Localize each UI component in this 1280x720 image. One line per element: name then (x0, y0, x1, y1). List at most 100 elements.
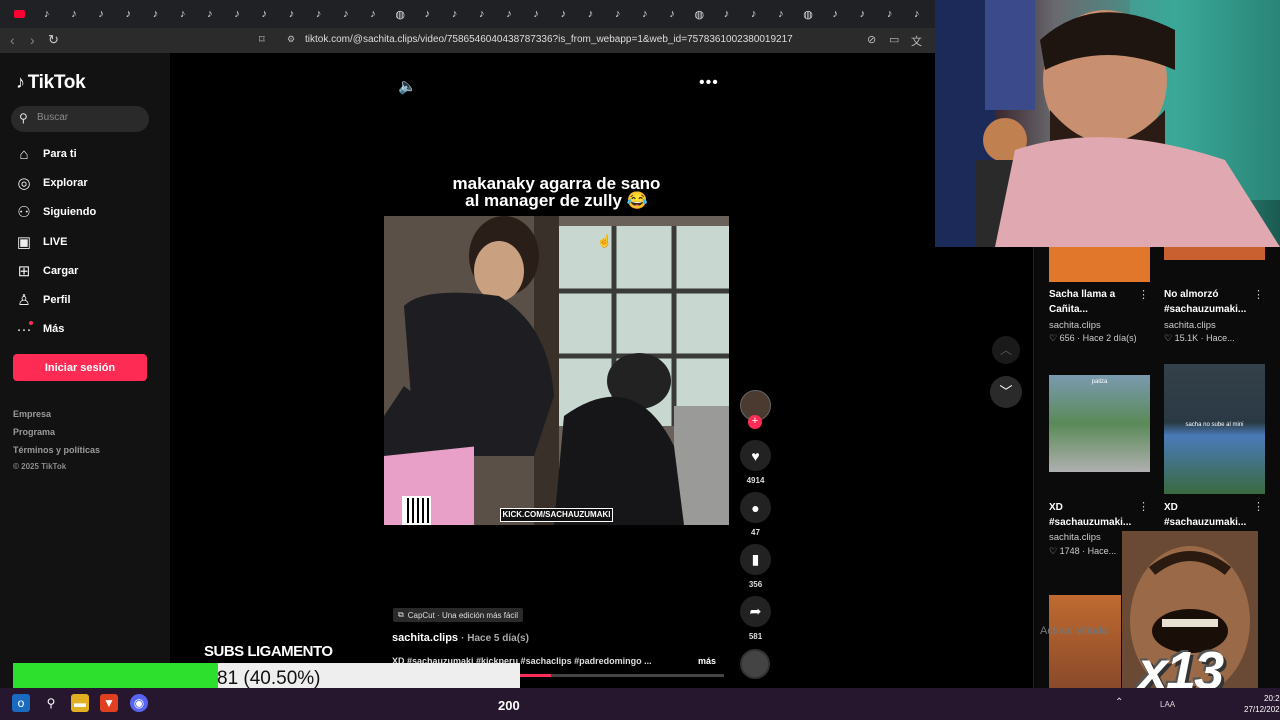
related-title-2[interactable]: No almorzó #sachauzumaki... (1164, 287, 1246, 317)
browser-tab[interactable]: ◍ (794, 0, 821, 28)
related-author-3[interactable]: sachita.clips (1049, 532, 1101, 543)
sidebar-item-explorar[interactable]: ◎ Explorar (15, 171, 87, 195)
browser-tab[interactable]: ♪ (495, 0, 522, 28)
taskbar-clock[interactable]: 20:20 27/12/2025 (1244, 693, 1280, 715)
footer-link-terminos[interactable]: Términos y políticas (13, 445, 100, 455)
related-thumb-4[interactable]: sacha no sube al mini (1164, 364, 1265, 494)
related-thumb-2[interactable] (1164, 247, 1265, 260)
related-menu-icon-1[interactable]: ⋮ (1138, 288, 1149, 301)
footer-link-empresa[interactable]: Empresa (13, 409, 51, 419)
browser-tab[interactable]: ♪ (577, 0, 604, 28)
save-button[interactable]: ▮ (740, 544, 771, 575)
file-explorer-icon[interactable]: ▬ (71, 694, 89, 712)
browser-tab[interactable]: ♪ (903, 0, 930, 28)
sidebar-item-live[interactable]: ▣ LIVE (15, 230, 68, 254)
browser-tab[interactable]: ◍ (387, 0, 414, 28)
related-thumb-3[interactable]: paliza (1049, 375, 1150, 472)
more-description-link[interactable]: más (698, 656, 716, 666)
site-info-icon[interactable]: ⚙ (287, 34, 295, 45)
forward-icon[interactable]: › (30, 32, 35, 48)
browser-tab[interactable]: ♪ (659, 0, 686, 28)
tray-expand-icon[interactable]: ⌃ (1115, 697, 1123, 708)
search-input[interactable] (37, 112, 137, 123)
capcut-badge[interactable]: ⧉ CapCut · Una edición más fácil (393, 608, 523, 622)
back-icon[interactable]: ‹ (10, 32, 15, 48)
browser-tab[interactable]: ♪ (332, 0, 359, 28)
browser-tab[interactable]: ♪ (414, 0, 441, 28)
outlook-icon[interactable]: o (12, 694, 30, 712)
brave-browser-icon[interactable]: ▼ (100, 694, 118, 712)
taskbar-search-icon[interactable]: ⚲ (42, 694, 60, 712)
music-disc[interactable] (740, 649, 770, 679)
input-language[interactable]: LAA (1160, 700, 1175, 709)
browser-tab[interactable]: ♪ (251, 0, 278, 28)
reader-mode-icon[interactable]: ▭ (889, 33, 899, 46)
related-thumb-1[interactable] (1049, 247, 1150, 282)
login-button[interactable]: Iniciar sesión (13, 354, 147, 381)
volume-icon[interactable]: 🔈 (398, 77, 417, 95)
video-more-options-icon[interactable]: ••• (699, 74, 719, 92)
previous-video-button[interactable]: ︿ (992, 336, 1020, 364)
browser-tab[interactable]: ♪ (224, 0, 251, 28)
footer-link-programa[interactable]: Programa (13, 427, 55, 437)
related-menu-icon-2[interactable]: ⋮ (1253, 288, 1264, 301)
tiktok-tab-icon: ♪ (832, 8, 838, 20)
browser-tab[interactable]: ♪ (278, 0, 305, 28)
browser-tab[interactable]: ♪ (359, 0, 386, 28)
no-tracking-icon[interactable]: ⊘ (867, 33, 876, 46)
sidebar-item-cargar[interactable]: ⊞ Cargar (15, 259, 79, 283)
related-author-1[interactable]: sachita.clips (1049, 320, 1101, 331)
browser-tab[interactable]: ♪ (142, 0, 169, 28)
like-button[interactable]: ♥ (740, 440, 771, 471)
browser-tab[interactable]: ♪ (60, 0, 87, 28)
related-title-1[interactable]: Sacha llama a Cañita... (1049, 287, 1115, 317)
bookmark-icon[interactable]: ⌑ (259, 33, 265, 46)
comment-button[interactable]: ● (740, 492, 771, 523)
share-button[interactable]: ➦ (740, 596, 771, 627)
related-menu-icon-3[interactable]: ⋮ (1138, 500, 1149, 513)
video-player[interactable] (384, 216, 729, 525)
related-title-3[interactable]: XD #sachauzumaki... (1049, 500, 1131, 530)
browser-tab[interactable]: ♪ (441, 0, 468, 28)
browser-tab[interactable]: ♪ (876, 0, 903, 28)
browser-tab[interactable]: ♪ (33, 0, 60, 28)
compass-icon: ◎ (17, 175, 31, 192)
browser-tab[interactable]: ♪ (822, 0, 849, 28)
url-text[interactable]: tiktok.com/@sachita.clips/video/75865460… (305, 34, 793, 45)
browser-tab[interactable]: ♪ (169, 0, 196, 28)
browser-tab[interactable]: ♪ (604, 0, 631, 28)
browser-tab[interactable]: ♪ (550, 0, 577, 28)
browser-tab[interactable]: ♪ (849, 0, 876, 28)
related-title-4[interactable]: XD #sachauzumaki... (1164, 500, 1246, 530)
reload-icon[interactable]: ↻ (48, 32, 59, 48)
related-thumb-5[interactable] (1049, 595, 1121, 688)
browser-tab[interactable]: ♪ (196, 0, 223, 28)
tiktok-tab-icon: ♪ (614, 8, 621, 20)
next-video-button[interactable]: ﹀ (990, 376, 1022, 408)
author-name[interactable]: sachita.clips (392, 632, 458, 644)
sidebar-item-para-ti[interactable]: ⌂ Para ti (15, 142, 76, 166)
sidebar-item-perfil[interactable]: ♙ Perfil (15, 288, 70, 312)
browser-tab[interactable]: ♪ (305, 0, 332, 28)
discord-icon[interactable]: ◉ (130, 694, 148, 712)
browser-tab[interactable]: ♪ (740, 0, 767, 28)
follow-plus-icon[interactable]: + (748, 415, 762, 429)
translate-icon[interactable]: 文 (911, 33, 922, 49)
browser-tab[interactable]: ♪ (767, 0, 794, 28)
sidebar-item-siguiendo[interactable]: ⚇ Siguiendo (15, 200, 96, 224)
browser-tab[interactable]: ♪ (631, 0, 658, 28)
browser-tab[interactable]: ◍ (686, 0, 713, 28)
browser-tab[interactable]: ♪ (468, 0, 495, 28)
sidebar-item-mas[interactable]: ··· Más (15, 317, 65, 341)
browser-tab[interactable]: ♪ (523, 0, 550, 28)
video-author-line[interactable]: sachita.clips · Hace 5 día(s) (392, 632, 529, 644)
tiktok-logo[interactable]: ♪ TikTok (16, 72, 86, 94)
related-menu-icon-4[interactable]: ⋮ (1253, 500, 1264, 513)
browser-tab[interactable]: ♪ (115, 0, 142, 28)
browser-tab[interactable]: ♪ (713, 0, 740, 28)
browser-tab[interactable]: ♪ (88, 0, 115, 28)
search-box[interactable]: ⚲ (11, 106, 149, 132)
related-author-2[interactable]: sachita.clips (1164, 320, 1216, 331)
browser-tab[interactable] (6, 0, 33, 28)
tiktok-tab-icon: ♪ (669, 8, 675, 20)
